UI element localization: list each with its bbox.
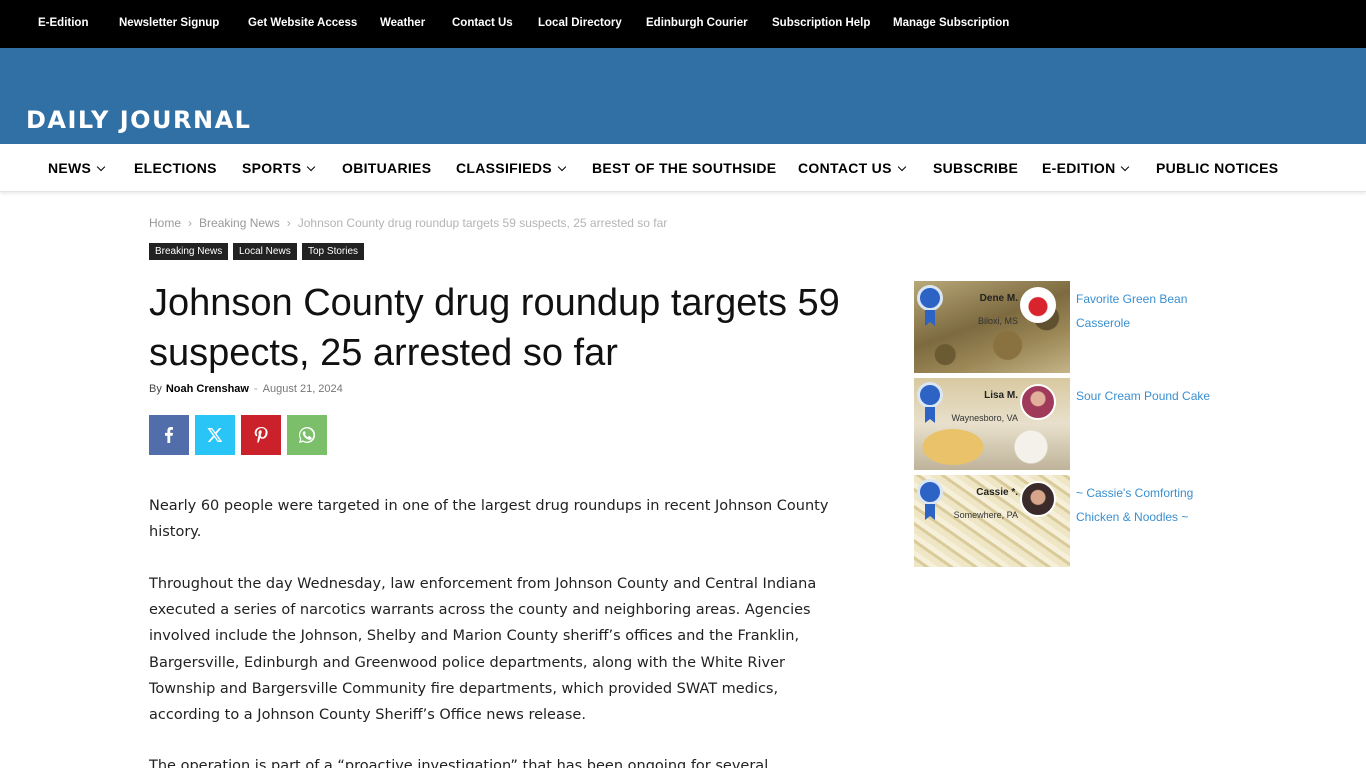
site-header: DAILY JOURNAL: [0, 48, 1366, 144]
topbar-link-edinburgh-courier[interactable]: Edinburgh Courier: [646, 17, 748, 29]
topbar-link-get-website-access[interactable]: Get Website Access: [248, 17, 357, 29]
top-utility-bar: E-Edition Newsletter Signup Get Website …: [0, 0, 1366, 48]
nav-label: E-EDITION: [1042, 160, 1116, 176]
whatsapp-icon: [299, 427, 315, 443]
recipe-cook-name: Dene M.: [979, 293, 1018, 304]
article-byline: By Noah Crenshaw - August 21, 2024: [149, 383, 343, 395]
author-link[interactable]: Noah Crenshaw: [166, 383, 249, 395]
recipe-thumbnail[interactable]: Lisa M. Waynesboro, VA: [914, 378, 1070, 470]
nav-label: SPORTS: [242, 160, 302, 176]
site-logo[interactable]: DAILY JOURNAL: [26, 106, 251, 134]
nav-label: CONTACT US: [798, 160, 892, 176]
nav-label: BEST OF THE SOUTHSIDE: [592, 160, 777, 176]
nav-label: PUBLIC NOTICES: [1156, 160, 1279, 176]
user-avatar-icon: [1020, 384, 1056, 420]
by-label: By: [149, 383, 162, 395]
nav-item-e-edition[interactable]: E-EDITION: [1042, 160, 1130, 176]
recipe-cook-location: Biloxi, MS: [977, 316, 1018, 326]
share-pinterest-button[interactable]: [241, 415, 281, 455]
nav-item-obituaries[interactable]: OBITUARIES: [342, 160, 431, 176]
topbar-link-local-directory[interactable]: Local Directory: [538, 17, 622, 29]
topbar-link-contact-us[interactable]: Contact Us: [452, 17, 513, 29]
recipe-cook-location: Waynesboro, VA: [951, 413, 1018, 423]
facebook-icon: [165, 427, 173, 443]
recipe-cook-location: Somewhere, PA: [953, 510, 1018, 520]
tag-local-news[interactable]: Local News: [233, 243, 297, 260]
recipe-link[interactable]: ~ Cassie's Comforting Chicken & Noodles …: [1076, 481, 1226, 529]
topbar-link-subscription-help[interactable]: Subscription Help: [772, 17, 870, 29]
breadcrumb-separator: ›: [286, 216, 291, 230]
byline-dash: -: [253, 383, 258, 395]
breadcrumb: Home › Breaking News › Johnson County drug r…: [149, 216, 667, 230]
breadcrumb-separator: ›: [188, 216, 193, 230]
nav-item-public-notices[interactable]: PUBLIC NOTICES: [1156, 160, 1278, 176]
nav-label: ELECTIONS: [134, 160, 217, 176]
pinterest-icon: [254, 427, 268, 443]
article-headline: Johnson County drug roundup targets 59 s…: [149, 282, 840, 374]
share-x-button[interactable]: [195, 415, 235, 455]
main-navigation: NEWS ELECTIONS SPORTS OBITUARIES CLASSIF…: [0, 144, 1366, 192]
nav-label: CLASSIFIEDS: [456, 160, 552, 176]
recipe-link[interactable]: Sour Cream Pound Cake: [1076, 384, 1226, 408]
publish-date: August 21, 2024: [262, 383, 343, 395]
x-icon: [207, 428, 223, 442]
article-paragraph: The operation is part of a “proactive in…: [149, 758, 769, 768]
tag-breaking-news[interactable]: Breaking News: [149, 243, 229, 260]
chevron-down-icon: [1121, 162, 1130, 172]
user-avatar-icon: [1020, 481, 1056, 517]
chevron-down-icon: [307, 162, 316, 172]
article-paragraph: Nearly 60 people were targeted in one of…: [149, 498, 829, 541]
nav-item-contact-us[interactable]: CONTACT US: [798, 160, 906, 176]
recipe-thumbnail[interactable]: Dene M. Biloxi, MS: [914, 281, 1070, 373]
nav-label: NEWS: [48, 160, 92, 176]
nav-item-subscribe[interactable]: SUBSCRIBE: [933, 160, 1018, 176]
topbar-link-weather[interactable]: Weather: [380, 17, 425, 29]
nav-item-sports[interactable]: SPORTS: [242, 160, 316, 176]
breadcrumb-home[interactable]: Home: [149, 216, 181, 230]
chevron-down-icon: [897, 162, 906, 172]
topbar-link-manage-subscription[interactable]: Manage Subscription: [893, 17, 1009, 29]
recipe-thumbnail[interactable]: Cassie *. Somewhere, PA: [914, 475, 1070, 567]
share-whatsapp-button[interactable]: [287, 415, 327, 455]
topbar-link-newsletter-signup[interactable]: Newsletter Signup: [119, 17, 219, 29]
nav-item-classifieds[interactable]: CLASSIFIEDS: [456, 160, 567, 176]
nav-item-best-of-the-southside[interactable]: BEST OF THE SOUTHSIDE: [592, 160, 776, 176]
breadcrumb-section[interactable]: Breaking News: [199, 216, 280, 230]
nav-label: SUBSCRIBE: [933, 160, 1019, 176]
recipe-link[interactable]: Favorite Green Bean Casserole: [1076, 287, 1226, 335]
heart-avatar-icon: [1020, 287, 1056, 323]
article-paragraph: Throughout the day Wednesday, law enforc…: [149, 576, 817, 724]
chevron-down-icon: [96, 162, 106, 172]
share-facebook-button[interactable]: [149, 415, 189, 455]
chevron-down-icon: [557, 162, 567, 172]
recipe-cook-name: Cassie *.: [976, 487, 1018, 498]
breadcrumb-current: Johnson County drug roundup targets 59 s…: [297, 216, 668, 230]
tag-top-stories[interactable]: Top Stories: [302, 243, 365, 260]
nav-item-elections[interactable]: ELECTIONS: [134, 160, 217, 176]
recipe-cook-name: Lisa M.: [984, 390, 1018, 401]
nav-label: OBITUARIES: [342, 160, 432, 176]
topbar-link-e-edition[interactable]: E-Edition: [38, 17, 88, 29]
nav-item-news[interactable]: NEWS: [48, 160, 106, 176]
